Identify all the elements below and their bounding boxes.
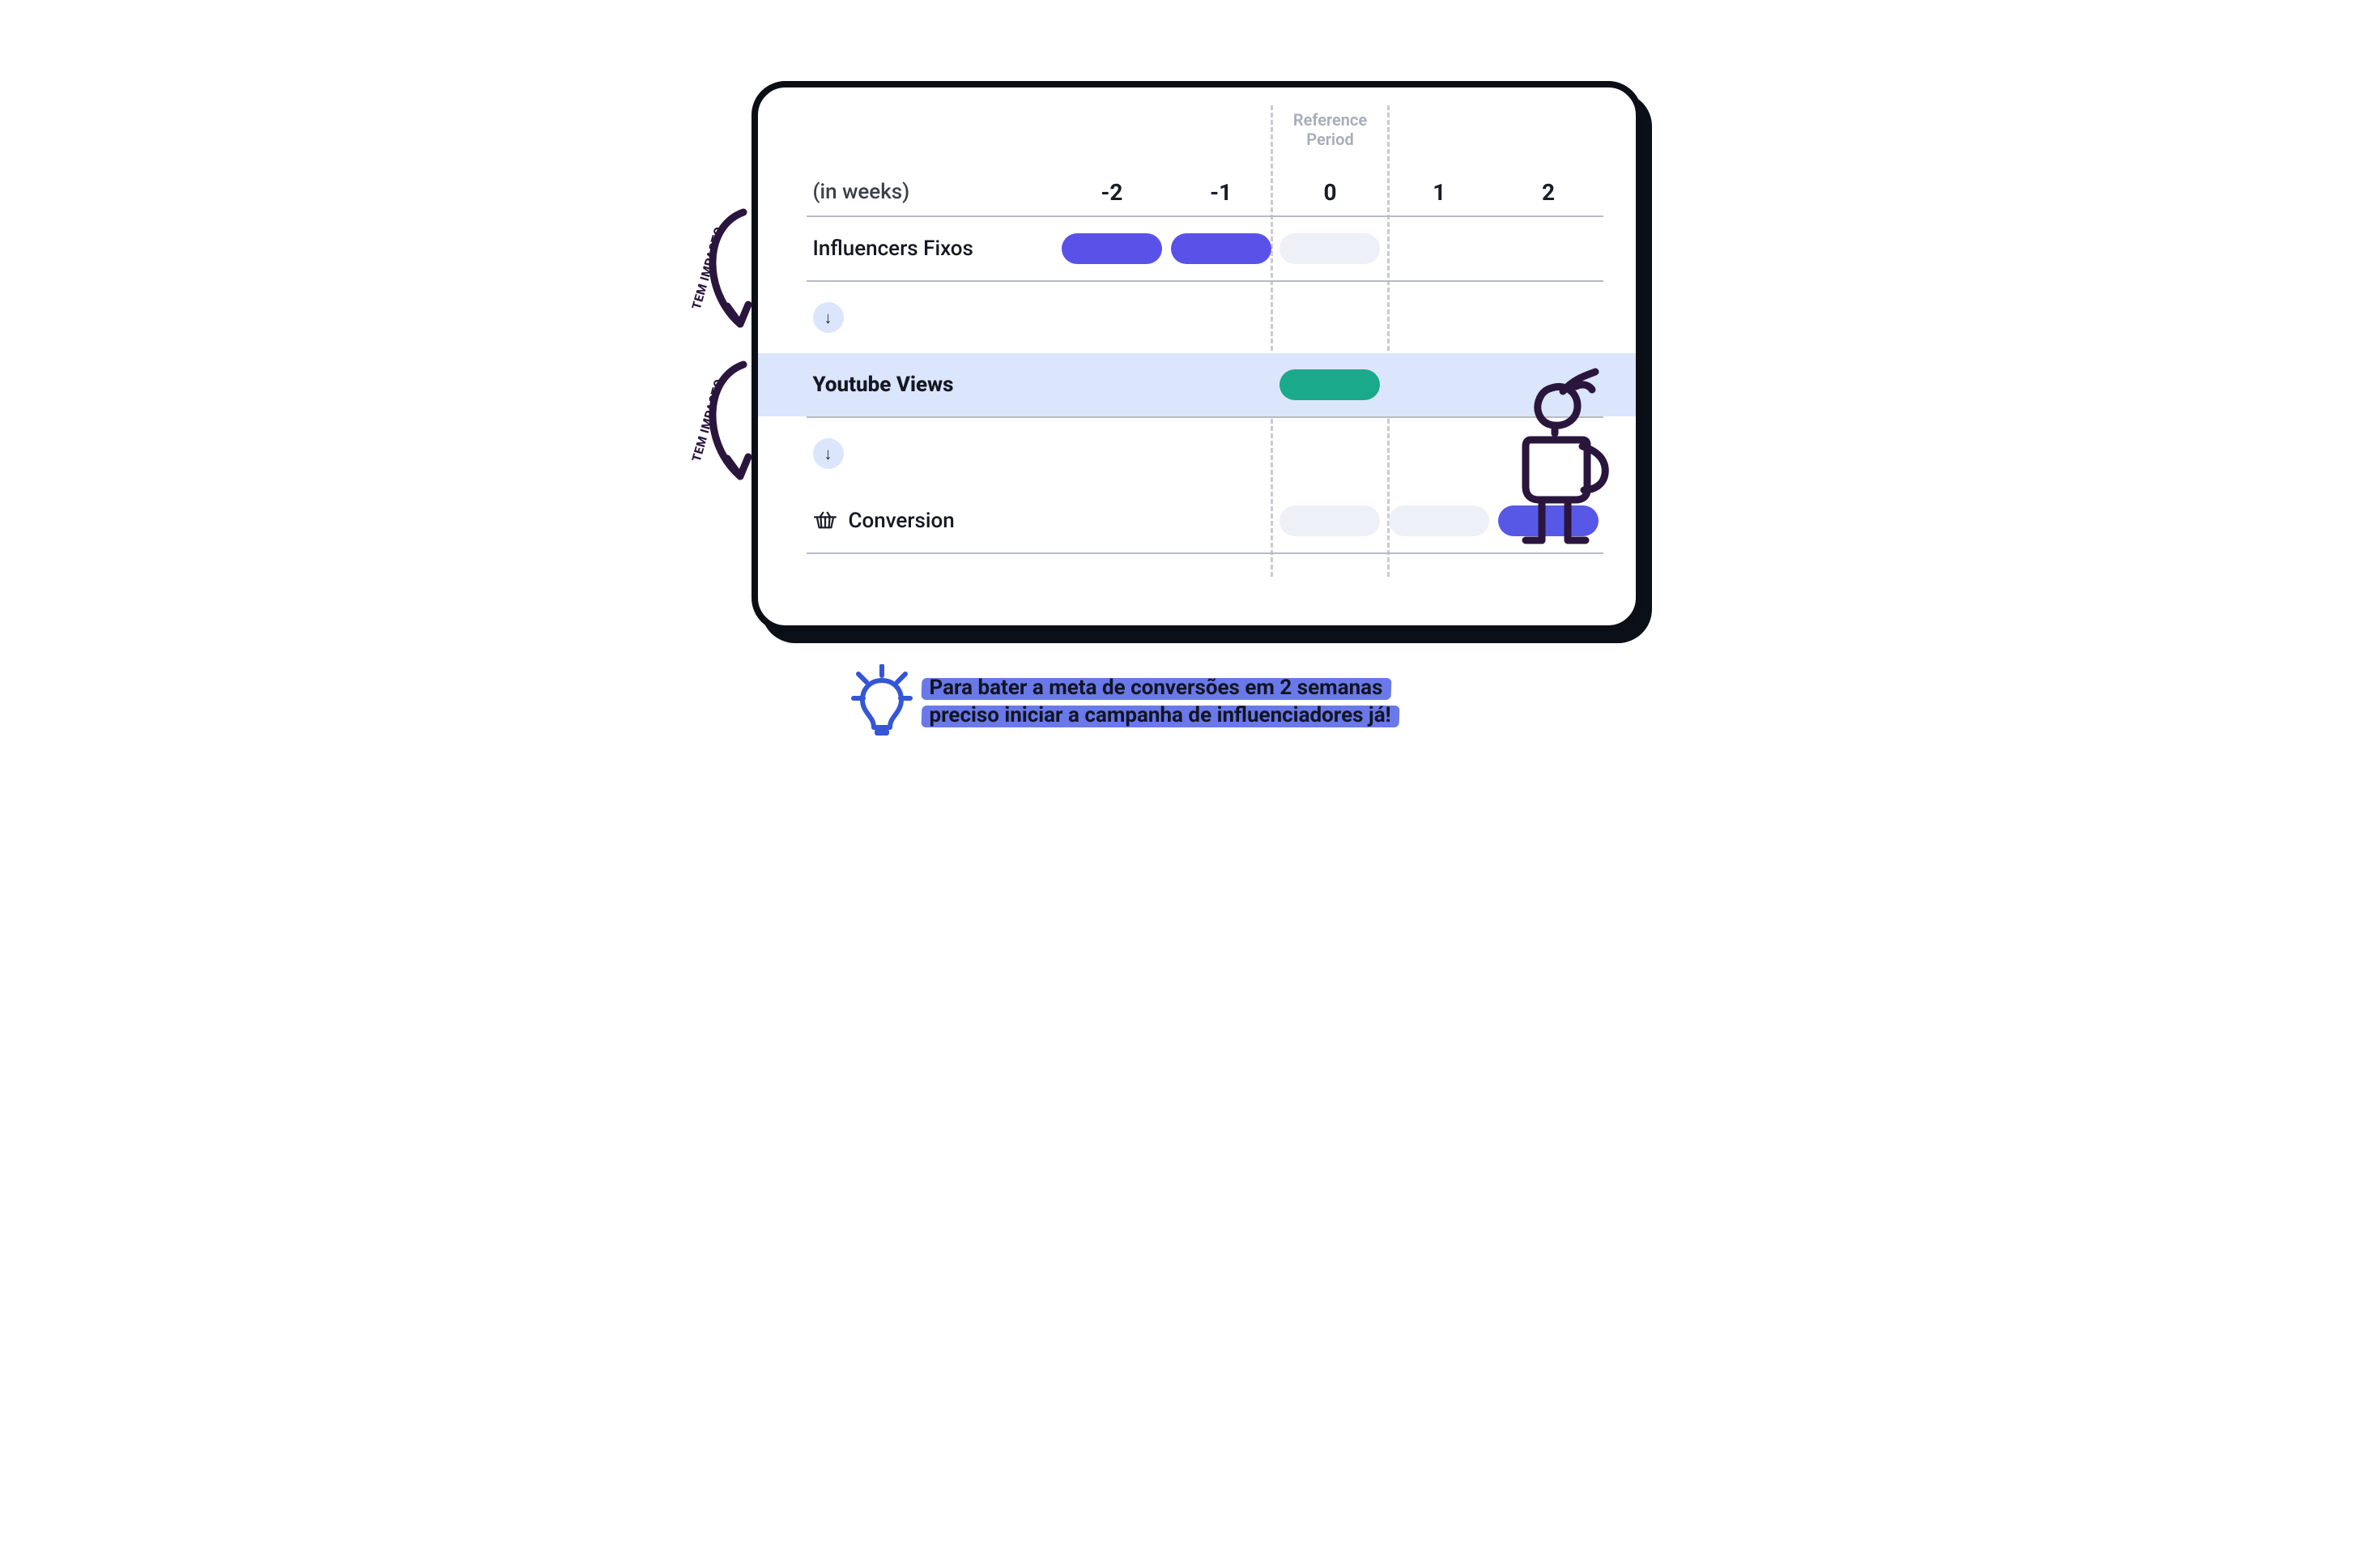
pill-teal — [1279, 369, 1380, 400]
header-row: (in weeks) -2 -1 0 1 2 — [807, 168, 1603, 217]
row-conversion-cell-0 — [1058, 489, 1167, 552]
insight-line-1: Para bater a meta de conversões em 2 sem… — [930, 676, 1383, 700]
row-influencers-label: Influencers Fixos — [807, 237, 1058, 261]
lightbulb-icon — [850, 664, 913, 739]
spacer-1: ↓ — [807, 282, 1603, 353]
unit-label: (in weeks) — [807, 180, 1058, 204]
arrow-down-icon: ↓ — [813, 302, 844, 333]
row-youtube-cell-0 — [1058, 353, 1167, 416]
row-influencers: Influencers Fixos — [807, 217, 1603, 282]
diagram-frame: ReferencePeriod (in weeks) -2 -1 0 1 2 I… — [751, 81, 1642, 632]
row-influencers-cell-0 — [1058, 217, 1167, 280]
col-m2: -2 — [1058, 179, 1167, 206]
row-conversion-text: Conversion — [849, 509, 955, 533]
pill-faint — [1389, 505, 1489, 536]
pill-purple — [1171, 233, 1271, 264]
row-youtube-cell-2 — [1275, 353, 1385, 416]
pill-faint — [1279, 505, 1380, 536]
col-p2: 2 — [1494, 179, 1603, 206]
basket-icon — [813, 511, 837, 531]
row-influencers-cell-1 — [1166, 217, 1275, 280]
pill-purple — [1062, 233, 1162, 264]
row-influencers-cell-2 — [1275, 217, 1385, 280]
row-conversion-cell-1 — [1166, 489, 1275, 552]
col-m1: -1 — [1166, 179, 1275, 206]
row-influencers-cell-3 — [1385, 217, 1494, 280]
insight-text: Para bater a meta de conversões em 2 sem… — [930, 674, 1391, 729]
col-0: 0 — [1275, 179, 1385, 206]
col-p1: 1 — [1385, 179, 1494, 206]
row-conversion-label: Conversion — [807, 509, 1058, 533]
row-youtube-cell-1 — [1166, 353, 1275, 416]
reference-period-label: ReferencePeriod — [1275, 110, 1385, 149]
insight-line-2: preciso iniciar a campanha de influencia… — [930, 703, 1391, 727]
row-youtube-label: Youtube Views — [807, 373, 1058, 397]
person-illustration — [1477, 367, 1616, 560]
row-conversion-cell-2 — [1275, 489, 1385, 552]
impact-arrow-1: TEM IMPACTO — [654, 203, 760, 365]
insight-callout: Para bater a meta de conversões em 2 sem… — [850, 664, 1391, 739]
impact-arrow-2: TEM IMPACTO — [654, 355, 760, 517]
pill-faint — [1279, 233, 1380, 264]
arrow-down-icon: ↓ — [813, 438, 844, 469]
row-influencers-cell-4 — [1494, 217, 1603, 280]
